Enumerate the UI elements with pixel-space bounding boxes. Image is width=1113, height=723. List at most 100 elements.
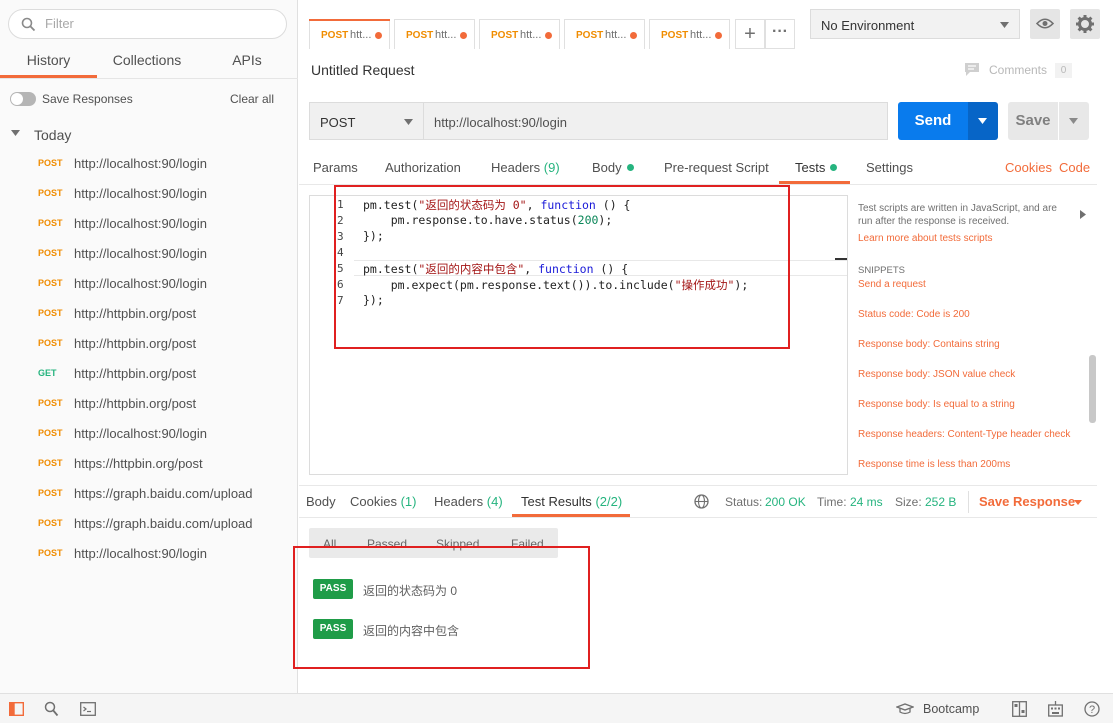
- history-item[interactable]: GET http://httpbin.org/post: [0, 359, 297, 389]
- keyboard-shortcuts-icon[interactable]: [1048, 701, 1063, 717]
- history-item-method: POST: [38, 458, 63, 468]
- history-item[interactable]: POST http://localhost:90/login: [0, 239, 297, 269]
- bootcamp-icon: [896, 703, 914, 715]
- method-select[interactable]: POST: [309, 102, 424, 140]
- request-tab-label: htt...: [690, 29, 712, 41]
- history-item[interactable]: POST http://localhost:90/login: [0, 419, 297, 449]
- snippet-item[interactable]: Response body: Is equal to a string: [858, 399, 1015, 410]
- history-item[interactable]: POST http://localhost:90/login: [0, 179, 297, 209]
- save-responses-label: Save Responses: [42, 92, 133, 106]
- time-value[interactable]: 24 ms: [850, 495, 883, 509]
- globe-icon[interactable]: [694, 494, 709, 509]
- environment-select[interactable]: No Environment: [810, 9, 1020, 39]
- save-button[interactable]: Save: [1008, 102, 1058, 140]
- history-item[interactable]: POST https://graph.baidu.com/upload: [0, 509, 297, 539]
- request-tab[interactable]: POST htt...: [309, 19, 390, 49]
- cookies-count: (1): [400, 494, 417, 509]
- request-tab-method: POST: [406, 30, 434, 41]
- help-icon[interactable]: ?: [1084, 701, 1100, 717]
- snippet-item[interactable]: Response time is less than 200ms: [858, 459, 1010, 470]
- snippet-item[interactable]: Response body: Contains string: [858, 339, 1000, 350]
- chevron-down-icon[interactable]: [11, 130, 20, 136]
- tab-tests[interactable]: Tests: [795, 160, 838, 175]
- history-item-url: http://localhost:90/login: [74, 426, 207, 441]
- chevron-down-icon: [978, 118, 987, 124]
- tab-settings[interactable]: Settings: [866, 160, 913, 175]
- comment-icon: [965, 63, 979, 76]
- status-value[interactable]: 200 OK: [765, 495, 806, 509]
- response-tab-body[interactable]: Body: [306, 494, 336, 509]
- tab-body[interactable]: Body: [592, 160, 634, 175]
- more-tabs-button[interactable]: ···: [765, 19, 795, 49]
- console-icon[interactable]: [80, 702, 96, 716]
- history-item-url: http://httpbin.org/post: [74, 366, 197, 381]
- new-tab-button[interactable]: +: [735, 19, 765, 49]
- sidebar-tab-collections[interactable]: Collections: [97, 52, 197, 78]
- gear-icon: [1076, 15, 1094, 33]
- url-input[interactable]: http://localhost:90/login: [423, 102, 888, 140]
- comments-count: 0: [1055, 63, 1072, 78]
- tab-label: Test Results: [521, 494, 592, 509]
- tab-authorization[interactable]: Authorization: [385, 160, 461, 175]
- history-item-url: http://localhost:90/login: [74, 186, 207, 201]
- filter-box[interactable]: [8, 9, 287, 39]
- find-icon[interactable]: [44, 701, 59, 717]
- tab-params[interactable]: Params: [313, 160, 358, 175]
- response-tab-test-results[interactable]: Test Results (2/2): [521, 494, 622, 509]
- send-options-button[interactable]: [968, 102, 998, 140]
- comments-button[interactable]: Comments: [989, 63, 1047, 77]
- history-item[interactable]: POST http://httpbin.org/post: [0, 389, 297, 419]
- environment-value: No Environment: [821, 18, 915, 33]
- two-pane-view-icon[interactable]: [1012, 701, 1027, 717]
- chevron-down-icon[interactable]: [1074, 500, 1082, 505]
- history-item[interactable]: POST http://localhost:90/login: [0, 269, 297, 299]
- history-item[interactable]: POST http://localhost:90/login: [0, 209, 297, 239]
- request-tab[interactable]: POST htt...: [394, 19, 475, 49]
- test-results-count: (2/2): [595, 494, 623, 509]
- sidebar-tab-apis[interactable]: APIs: [197, 52, 297, 78]
- history-item[interactable]: POST http://localhost:90/login: [0, 149, 297, 179]
- bootcamp-button[interactable]: Bootcamp: [923, 702, 979, 716]
- request-tab[interactable]: POST htt...: [564, 19, 645, 49]
- history-group-title: Today: [34, 127, 72, 143]
- save-options-button[interactable]: [1059, 102, 1089, 140]
- request-tab[interactable]: POST htt...: [649, 19, 730, 49]
- tab-label: Cookies: [350, 494, 397, 509]
- save-responses-toggle[interactable]: [10, 92, 36, 106]
- environment-quick-look-button[interactable]: [1030, 9, 1060, 39]
- history-item-method: GET: [38, 368, 57, 378]
- response-tab-headers[interactable]: Headers (4): [434, 494, 503, 509]
- sidebar-toggle-icon[interactable]: [9, 702, 24, 716]
- unsaved-dot: [375, 32, 382, 39]
- size-value[interactable]: 252 B: [925, 495, 956, 509]
- request-tab[interactable]: POST htt...: [479, 19, 560, 49]
- send-button[interactable]: Send: [898, 102, 968, 140]
- learn-more-link[interactable]: Learn more about tests scripts: [858, 233, 993, 244]
- clear-all-button[interactable]: Clear all: [230, 92, 274, 106]
- history-item[interactable]: POST http://httpbin.org/post: [0, 299, 297, 329]
- filter-input[interactable]: [45, 16, 275, 31]
- snippet-item[interactable]: Response headers: Content-Type header ch…: [858, 429, 1070, 440]
- code-link[interactable]: Code: [1059, 160, 1090, 175]
- history-item-method: POST: [38, 518, 63, 528]
- time-label: Time:: [817, 495, 847, 509]
- history-item[interactable]: POST http://httpbin.org/post: [0, 329, 297, 359]
- sidebar: History Collections APIs Save Responses …: [0, 0, 298, 693]
- history-item[interactable]: POST https://graph.baidu.com/upload: [0, 479, 297, 509]
- cookies-link[interactable]: Cookies: [1005, 160, 1052, 175]
- request-tab-method: POST: [576, 30, 604, 41]
- history-item[interactable]: POST https://httpbin.org/post: [0, 449, 297, 479]
- history-item[interactable]: POST http://localhost:90/login: [0, 539, 297, 569]
- snippet-item[interactable]: Response body: JSON value check: [858, 369, 1015, 380]
- chevron-down-icon: [1069, 118, 1078, 124]
- snippet-item[interactable]: Status code: Code is 200: [858, 309, 970, 320]
- request-title[interactable]: Untitled Request: [311, 62, 415, 78]
- manage-environments-button[interactable]: [1070, 9, 1100, 39]
- tab-pre-request-script[interactable]: Pre-request Script: [664, 160, 769, 175]
- save-response-button[interactable]: Save Response: [979, 494, 1075, 509]
- scrollbar[interactable]: [1089, 355, 1096, 423]
- snippet-item[interactable]: Send a request: [858, 279, 926, 290]
- tab-headers[interactable]: Headers (9): [491, 160, 560, 175]
- chevron-right-icon[interactable]: [1080, 210, 1086, 219]
- response-tab-cookies[interactable]: Cookies (1): [350, 494, 416, 509]
